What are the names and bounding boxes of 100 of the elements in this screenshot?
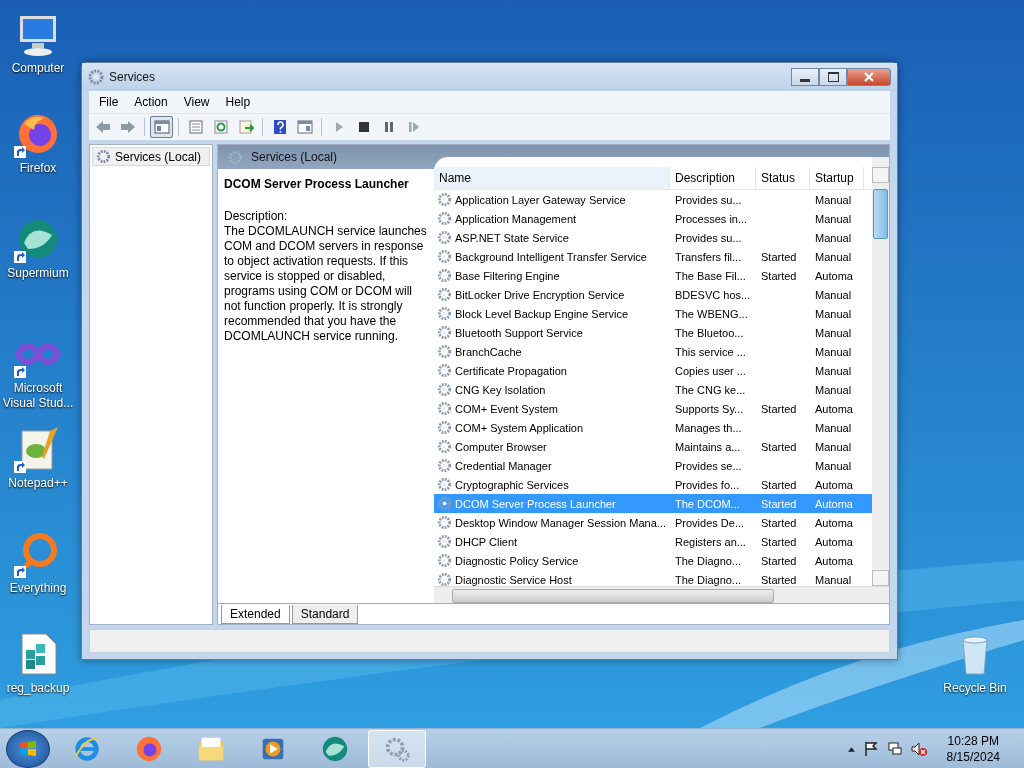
table-cell: Transfers fil...	[675, 250, 742, 263]
desktop-icon-label[interactable]: Notepad++	[0, 476, 76, 491]
table-cell: Application Management	[455, 212, 577, 225]
table-cell: Manual	[815, 573, 852, 586]
desktop-icon-label[interactable]: Microsoft Visual Stud...	[0, 381, 76, 411]
table-cell: BDESVC hos...	[675, 288, 751, 301]
gear-icon	[437, 306, 452, 321]
table-cell: Manual	[815, 326, 852, 339]
service-row[interactable]: CNG Key Isolation The CNG ke... Manual	[434, 380, 872, 399]
desktop-icon-label[interactable]: Supermium	[0, 266, 76, 281]
view-tab[interactable]: Standard	[291, 605, 359, 624]
table-cell: Provides se...	[675, 459, 742, 472]
service-row[interactable]: Computer Browser Maintains a... Started Manual	[434, 437, 872, 456]
panel-title: Services (Local)	[251, 150, 338, 164]
table-cell: Started	[761, 402, 797, 415]
service-row[interactable]: Certificate Propagation Copies user ... Manual	[434, 361, 872, 380]
close-button[interactable]	[847, 68, 891, 86]
table-cell: Bluetooth Support Service	[455, 326, 583, 339]
table-cell: Manages th...	[675, 421, 742, 434]
table-cell: Automa	[815, 535, 853, 548]
table-cell: BitLocker Drive Encryption Service	[455, 288, 625, 301]
tree-item[interactable]: Services (Local)	[92, 147, 210, 166]
service-row[interactable]: BitLocker Drive Encryption Service BDESVC hos... Manual	[434, 285, 872, 304]
table-cell: Provides su...	[675, 193, 742, 206]
gear-icon	[437, 211, 452, 226]
table-cell: Started	[761, 440, 797, 453]
table-cell: The DCOM...	[675, 497, 740, 510]
menu-item[interactable]: Action	[126, 95, 176, 109]
table-cell: The Base Fil...	[675, 269, 746, 282]
table-cell: Base Filtering Engine	[455, 269, 560, 282]
service-row[interactable]: Application Management Processes in... Manual	[434, 209, 872, 228]
table-cell: Started	[761, 516, 797, 529]
column-header[interactable]: Status	[756, 167, 810, 189]
table-cell: Certificate Propagation	[455, 364, 567, 377]
service-row[interactable]: COM+ Event System Supports Sy... Started Automa	[434, 399, 872, 418]
service-row[interactable]: Desktop Window Manager Session Mana... Provides De... Started Automa	[434, 513, 872, 532]
service-row[interactable]: BranchCache This service ... Manual	[434, 342, 872, 361]
service-row[interactable]: ASP.NET State Service Provides su... Manual	[434, 228, 872, 247]
service-row[interactable]: Block Level Backup Engine Service The WBENG... Manual	[434, 304, 872, 323]
volume-muted-icon[interactable]	[910, 741, 927, 757]
horizontal-scrollbar[interactable]	[434, 586, 889, 603]
window-title: Services	[109, 70, 155, 84]
maximize-button[interactable]	[819, 68, 847, 86]
vertical-scrollbar[interactable]	[872, 157, 889, 586]
table-cell: Manual	[815, 345, 852, 358]
table-cell: Desktop Window Manager Session Mana...	[455, 516, 666, 529]
table-cell: Manual	[815, 193, 852, 206]
service-row[interactable]: Credential Manager Provides se... Manual	[434, 456, 872, 475]
table-cell: DHCP Client	[455, 535, 518, 548]
service-row[interactable]: Background Intelligent Transfer Service Transfers fil... Started Manual	[434, 247, 872, 266]
table-cell: Automa	[815, 516, 853, 529]
service-row[interactable]: Bluetooth Support Service The Bluetoo... Manual	[434, 323, 872, 342]
clock-time[interactable]: 10:28 PM	[947, 733, 999, 749]
service-row[interactable]: COM+ System Application Manages th... Manual	[434, 418, 872, 437]
table-cell: Manual	[815, 307, 852, 320]
gear-icon	[437, 401, 452, 416]
desktop-icon-label[interactable]: Computer	[0, 61, 76, 76]
menu-item[interactable]: View	[175, 95, 218, 109]
view-tab[interactable]: Extended	[221, 605, 290, 624]
column-header[interactable]: Startup	[810, 167, 864, 189]
column-header[interactable]: Name	[434, 167, 670, 189]
gear-icon	[437, 287, 452, 302]
gear-icon	[437, 363, 452, 378]
menu-item[interactable]: Help	[217, 95, 259, 109]
gear-icon	[96, 149, 111, 164]
desktop-icon-label[interactable]: Firefox	[0, 161, 76, 176]
table-cell: The CNG ke...	[675, 383, 746, 396]
table-cell: COM+ System Application	[455, 421, 584, 434]
table-cell: DCOM Server Process Launcher	[455, 497, 616, 510]
service-row[interactable]: Application Layer Gateway Service Provides su... Manual	[434, 190, 872, 209]
gear-icon	[437, 439, 452, 454]
tree-pane-icon[interactable]	[150, 116, 173, 138]
service-row[interactable]: Diagnostic Policy Service The Diagno... Started Automa	[434, 551, 872, 570]
minimize-button[interactable]	[791, 68, 819, 86]
network-icon[interactable]	[886, 741, 903, 757]
flag-icon[interactable]	[862, 741, 879, 757]
service-row[interactable]: DHCP Client Registers an... Started Automa	[434, 532, 872, 551]
table-cell: Manual	[815, 288, 852, 301]
gear-icon	[437, 477, 452, 492]
gear-icon	[437, 496, 452, 511]
table-cell: Automa	[815, 497, 853, 510]
column-header[interactable]: Description	[670, 167, 756, 189]
chevron-up-icon[interactable]	[847, 746, 855, 752]
gear-icon[interactable]	[368, 730, 426, 768]
table-cell: Block Level Backup Engine Service	[455, 307, 629, 320]
gear-icon	[88, 69, 104, 85]
menu-item[interactable]: File	[91, 95, 127, 109]
service-row[interactable]: Base Filtering Engine The Base Fil... Started Automa	[434, 266, 872, 285]
table-cell: Automa	[815, 269, 853, 282]
service-row[interactable]: Diagnostic Service Host The Diagno... Started Manual	[434, 570, 872, 586]
start-button[interactable]	[6, 730, 50, 768]
gear-icon	[437, 534, 452, 549]
table-cell: Manual	[815, 383, 852, 396]
table-cell: This service ...	[675, 345, 746, 358]
service-row[interactable]: Cryptographic Services Provides fo... Started Automa	[434, 475, 872, 494]
table-cell: Provides De...	[675, 516, 745, 529]
table-cell: Started	[761, 497, 797, 510]
clock-date[interactable]: 8/15/2024	[946, 749, 1000, 765]
gear-icon	[437, 249, 452, 264]
gear-icon	[437, 420, 452, 435]
